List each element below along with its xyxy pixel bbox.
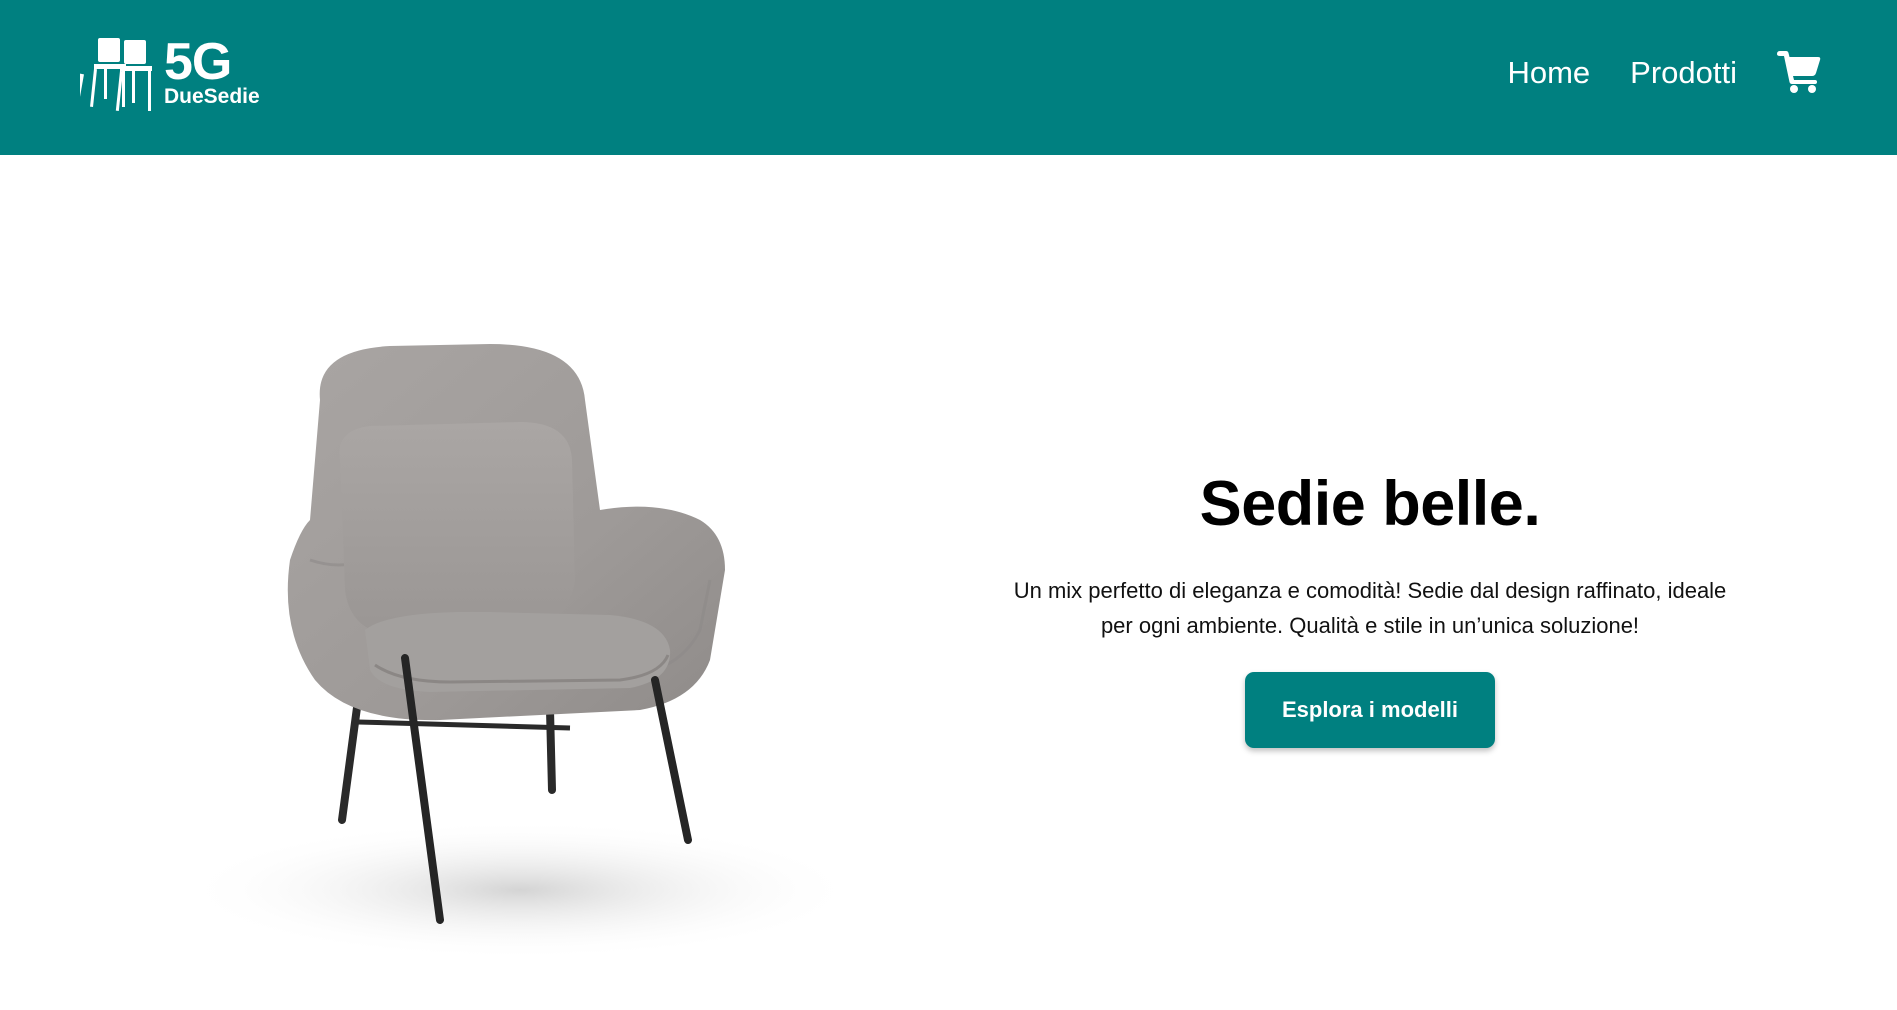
- armchair-image: [190, 344, 860, 960]
- hero-section: Sedie belle. Un mix perfetto di eleganza…: [990, 469, 1750, 748]
- hero-title: Sedie belle.: [1199, 469, 1541, 539]
- site-header: 5G DueSedie Home Prodotti: [0, 0, 1897, 155]
- hero-description: Un mix perfetto di eleganza e comodità! …: [1013, 578, 1727, 639]
- nav-home-link[interactable]: Home: [1507, 57, 1590, 88]
- nav-products-link[interactable]: Prodotti: [1630, 57, 1737, 88]
- explore-models-button[interactable]: Esplora i modelli: [1245, 671, 1495, 748]
- chairs-logo-icon: [80, 38, 152, 111]
- main-nav: Home Prodotti: [1507, 46, 1821, 98]
- logo-name: DueSedie: [164, 85, 260, 108]
- logo-number: 5G: [164, 33, 232, 91]
- shopping-cart-icon[interactable]: [1777, 51, 1821, 93]
- brand-logo[interactable]: 5G DueSedie: [80, 34, 270, 114]
